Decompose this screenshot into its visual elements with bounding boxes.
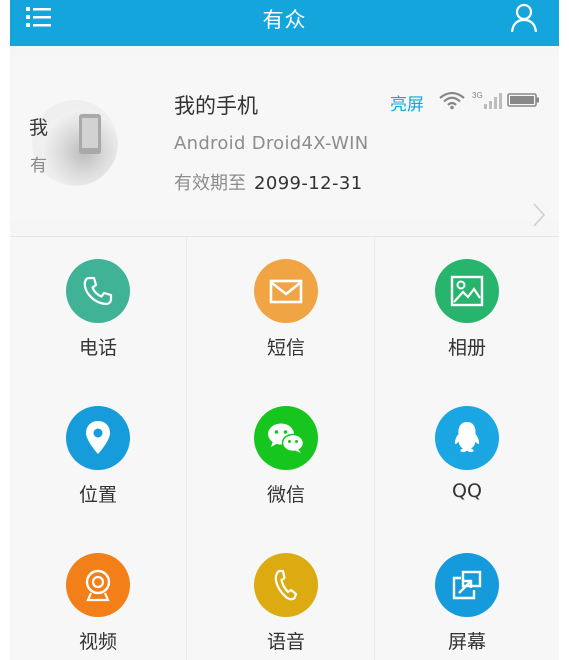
device-name: 我的手机 <box>174 94 258 118</box>
function-tile-phone[interactable]: 电话 <box>10 237 186 383</box>
grid-divider <box>186 237 187 660</box>
device-model: Android Droid4X-WIN <box>174 133 369 154</box>
function-label: QQ <box>452 480 482 502</box>
device-card[interactable]: 我 有 我的手机 Android Droid4X-WIN 有效期至 2099-12… <box>10 56 559 227</box>
signal-icon: 3G <box>472 91 502 109</box>
svg-text:3G: 3G <box>472 91 483 100</box>
app-title: 有众 <box>262 8 307 32</box>
app-root: 有众 我 有 我的手机 Android Droid4X-WIN 有效期至 209… <box>0 0 569 660</box>
function-tile-video[interactable]: 视频 <box>10 531 186 660</box>
function-label: 位置 <box>78 484 117 506</box>
function-label: 屏幕 <box>447 631 486 653</box>
function-label: 语音 <box>266 631 305 653</box>
wifi-icon <box>439 91 465 110</box>
expiry-row: 有效期至 2099-12-31 <box>174 169 363 195</box>
phone-icon <box>66 259 130 323</box>
envelope-icon <box>254 259 318 323</box>
function-tile-album[interactable]: 相册 <box>379 237 555 383</box>
qq-penguin-icon <box>435 406 499 470</box>
phone-frame: 有众 我 有 我的手机 Android Droid4X-WIN 有效期至 209… <box>10 0 559 660</box>
function-tile-location[interactable]: 位置 <box>10 384 186 530</box>
location-pin-icon <box>66 406 130 470</box>
battery-icon <box>507 93 539 107</box>
function-label: 相册 <box>447 337 486 359</box>
function-tile-voice[interactable]: 语音 <box>198 531 374 660</box>
function-label: 微信 <box>266 484 305 506</box>
function-tile-qq[interactable]: QQ <box>379 384 555 530</box>
function-label: 电话 <box>78 337 117 359</box>
function-tile-screen[interactable]: 屏幕 <box>379 531 555 660</box>
function-label: 短信 <box>266 337 305 359</box>
grid-divider <box>374 237 375 660</box>
screen-status: 亮屏 <box>390 95 424 115</box>
avatar-text: 我 <box>29 117 49 139</box>
camera-icon <box>66 553 130 617</box>
expiry-label: 有效期至 <box>174 173 246 194</box>
top-bar: 有众 <box>10 0 559 46</box>
function-label: 视频 <box>78 631 117 653</box>
function-tile-sms[interactable]: 短信 <box>198 237 374 383</box>
expiry-date: 2099-12-31 <box>254 173 363 194</box>
wechat-icon <box>254 406 318 470</box>
status-icons: 3G <box>438 90 542 110</box>
photo-album-icon <box>435 259 499 323</box>
function-tile-wechat[interactable]: 微信 <box>198 384 374 530</box>
user-profile-icon[interactable] <box>509 2 539 34</box>
voice-call-icon <box>254 553 318 617</box>
screen-share-icon <box>435 553 499 617</box>
chevron-right-icon[interactable] <box>532 202 546 228</box>
avatar-subtext: 有 <box>30 156 47 176</box>
